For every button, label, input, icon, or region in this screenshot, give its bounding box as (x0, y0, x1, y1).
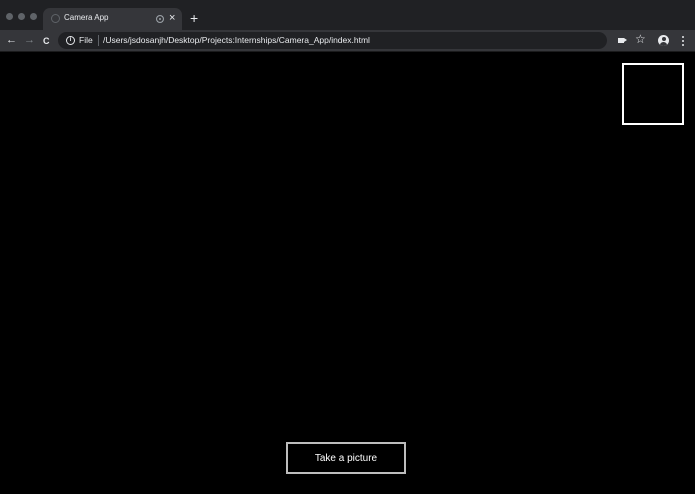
url-text[interactable]: /Users/jsdosanjh/Desktop/Projects:Intern… (103, 35, 370, 45)
take-picture-button[interactable]: Take a picture (286, 442, 406, 474)
new-tab-icon[interactable]: + (190, 10, 198, 26)
page-viewport: Take a picture (0, 52, 695, 494)
scheme-label: File (79, 35, 93, 45)
reload-icon[interactable]: C (43, 34, 50, 48)
browser-window: Camera App × + ← → C i File /Users/jsdos… (0, 0, 695, 494)
tab-strip: Camera App × + (0, 0, 695, 30)
info-icon[interactable]: i (66, 36, 75, 45)
tab-camera-app[interactable]: Camera App × (43, 8, 182, 30)
favicon-icon (51, 14, 60, 23)
account-icon-body (660, 42, 667, 46)
forward-icon[interactable]: → (24, 33, 35, 47)
omnibox-divider (98, 35, 99, 46)
menu-dot (682, 44, 684, 46)
bookmark-star-icon[interactable]: ☆ (635, 32, 646, 46)
back-icon[interactable]: ← (6, 33, 17, 47)
recording-indicator-icon (156, 15, 164, 23)
browser-toolbar: ← → C i File /Users/jsdosanjh/Desktop/Pr… (0, 30, 695, 52)
menu-icon[interactable] (682, 36, 684, 46)
account-icon[interactable] (658, 35, 669, 46)
account-icon-head (661, 37, 666, 41)
minimize-window-button[interactable] (18, 13, 25, 20)
camera-in-use-icon[interactable] (618, 38, 627, 43)
close-window-button[interactable] (6, 13, 13, 20)
tab-close-icon[interactable]: × (169, 11, 175, 25)
address-bar[interactable]: i File /Users/jsdosanjh/Desktop/Projects… (58, 32, 607, 49)
menu-dot (682, 36, 684, 38)
photo-preview-box (622, 63, 684, 125)
maximize-window-button[interactable] (30, 13, 37, 20)
menu-dot (682, 40, 684, 42)
tab-title: Camera App (64, 13, 109, 22)
